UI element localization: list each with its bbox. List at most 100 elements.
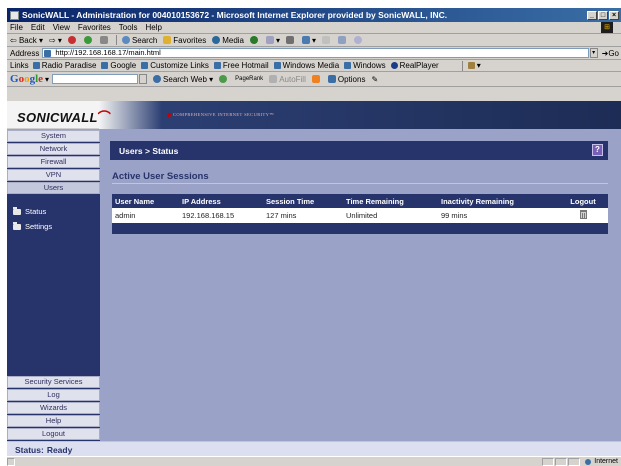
discuss-button[interactable] bbox=[322, 36, 332, 44]
windows-logo-icon: ⊞ bbox=[601, 22, 613, 33]
help-icon[interactable]: ? bbox=[592, 144, 603, 156]
sidebar-item-system[interactable]: System bbox=[7, 130, 100, 142]
link-realplayer[interactable]: RealPlayer bbox=[390, 61, 439, 70]
sidebar-item-log[interactable]: Log bbox=[7, 389, 100, 401]
media-button[interactable]: Media bbox=[212, 36, 244, 45]
subitem-label: Settings bbox=[25, 222, 53, 231]
refresh-button[interactable] bbox=[83, 36, 94, 44]
autofill-icon bbox=[269, 75, 278, 83]
cell-inactivity-remaining: 99 mins bbox=[438, 208, 558, 223]
menu-help[interactable]: Help bbox=[145, 23, 161, 32]
address-bar: Address http://192.168.168.17/main.html … bbox=[7, 47, 621, 60]
section-title: Active User Sessions bbox=[112, 171, 209, 182]
messenger-icon bbox=[338, 36, 347, 44]
sidebar-item-firewall[interactable]: Firewall bbox=[7, 156, 100, 168]
mail-button[interactable]: ▾ bbox=[266, 36, 280, 45]
page-title: Users > Status bbox=[119, 145, 179, 156]
link-page-icon bbox=[141, 62, 149, 69]
browser-window: SonicWALL - Administration for 004010153… bbox=[6, 8, 621, 466]
window-titlebar: SonicWALL - Administration for 004010153… bbox=[7, 8, 621, 22]
active-sessions-table: User Name IP Address Session Time Time R… bbox=[112, 194, 608, 234]
section-divider bbox=[112, 183, 608, 184]
menu-edit[interactable]: Edit bbox=[31, 23, 45, 32]
zone-label: Internet bbox=[594, 458, 618, 465]
research-button[interactable] bbox=[354, 36, 364, 44]
edit-button[interactable]: ▾ bbox=[302, 36, 316, 45]
toolbar-divider bbox=[115, 35, 117, 45]
favorites-button[interactable]: Favorites bbox=[163, 36, 206, 45]
stop-icon bbox=[67, 36, 76, 44]
go-label: Go bbox=[608, 48, 619, 58]
sidebar-item-security-services[interactable]: Security Services bbox=[7, 376, 100, 388]
link-label: Google bbox=[110, 61, 137, 70]
home-icon bbox=[99, 36, 108, 44]
links-label: Links bbox=[10, 61, 29, 70]
sidebar-item-help[interactable]: Help bbox=[7, 415, 100, 427]
autofill-label: AutoFill bbox=[279, 74, 306, 84]
edit-icon bbox=[302, 36, 311, 44]
menu-tools[interactable]: Tools bbox=[119, 23, 138, 32]
sonicwall-logo: SONICWALL⌒ bbox=[17, 107, 111, 126]
back-button[interactable]: ⇦ Back ▾ bbox=[10, 36, 43, 45]
menu-file[interactable]: File bbox=[10, 23, 23, 32]
address-dropdown-button[interactable]: ▾ bbox=[589, 48, 598, 58]
print-button[interactable] bbox=[286, 36, 296, 44]
link-windows-media[interactable]: Windows Media bbox=[273, 61, 339, 70]
forward-button[interactable]: ⇨ ▾ bbox=[49, 36, 62, 45]
search-site-icon bbox=[219, 75, 228, 83]
browser-status-bar: Internet bbox=[7, 456, 621, 466]
sidebar-item-vpn[interactable]: VPN bbox=[7, 169, 100, 181]
sidebar-item-wizards[interactable]: Wizards bbox=[7, 402, 100, 414]
link-customize-links[interactable]: Customize Links bbox=[141, 61, 209, 70]
menu-view[interactable]: View bbox=[53, 23, 70, 32]
search-web-label: Search Web bbox=[163, 74, 207, 84]
cell-time-remaining: Unlimited bbox=[343, 208, 438, 223]
status-pane bbox=[542, 457, 555, 466]
sidebar-item-users[interactable]: Users bbox=[7, 182, 100, 194]
google-search-dropdown[interactable] bbox=[139, 74, 148, 84]
home-button[interactable] bbox=[99, 36, 110, 44]
address-input[interactable]: http://192.168.168.17/main.html bbox=[42, 48, 589, 58]
table-header-row: User Name IP Address Session Time Time R… bbox=[112, 194, 608, 208]
column-header-session-time: Session Time bbox=[263, 194, 343, 208]
link-page-icon bbox=[213, 62, 221, 69]
go-button[interactable]: ➜Go bbox=[602, 49, 619, 58]
main-panel: Users > Status ? Active User Sessions Us… bbox=[100, 130, 621, 441]
sidebar-item-network[interactable]: Network bbox=[7, 143, 100, 155]
link-radio-paradise[interactable]: Radio Paradise bbox=[32, 61, 96, 70]
messenger-button[interactable] bbox=[338, 36, 348, 44]
link-google[interactable]: Google bbox=[101, 61, 136, 70]
link-windows[interactable]: Windows bbox=[344, 61, 386, 70]
highlight-button[interactable]: ✎ bbox=[371, 75, 378, 84]
links-bar: Links Radio Paradise Google Customize Li… bbox=[7, 60, 621, 72]
menu-favorites[interactable]: Favorites bbox=[78, 23, 111, 32]
page-icon bbox=[44, 50, 52, 57]
sonicwall-header: SONICWALL⌒ COMPREHENSIVE INTERNET SECURI… bbox=[7, 101, 621, 129]
history-button[interactable] bbox=[250, 36, 260, 44]
search-button[interactable]: Search bbox=[121, 36, 157, 45]
sidebar-subitem-settings[interactable]: Settings bbox=[7, 219, 100, 234]
history-icon bbox=[250, 36, 258, 44]
search-web-button[interactable]: Search Web ▾ bbox=[153, 75, 213, 84]
link-free-hotmail[interactable]: Free Hotmail bbox=[213, 61, 269, 70]
search-site-button[interactable] bbox=[219, 75, 229, 83]
google-logo[interactable]: Google bbox=[10, 73, 43, 85]
minimize-button[interactable]: _ bbox=[587, 10, 597, 20]
realplayer-icon bbox=[390, 62, 398, 69]
link-page-icon bbox=[101, 62, 109, 69]
back-arrow-icon: ⇦ bbox=[10, 35, 19, 45]
autofill-button[interactable]: AutoFill bbox=[269, 75, 306, 84]
sidebar-subitem-status[interactable]: Status bbox=[7, 204, 100, 219]
popup-blocker-button[interactable] bbox=[311, 75, 322, 83]
maximize-button[interactable]: □ bbox=[598, 10, 608, 20]
link-label: Windows bbox=[353, 61, 386, 70]
sidebar-item-logout[interactable]: Logout bbox=[7, 428, 100, 440]
options-button[interactable]: Options bbox=[327, 75, 365, 84]
pagerank-button[interactable]: PageRank bbox=[235, 76, 263, 82]
google-search-input[interactable] bbox=[52, 74, 139, 84]
stop-button[interactable] bbox=[67, 36, 78, 44]
trash-icon[interactable] bbox=[579, 210, 587, 219]
links-extra-button[interactable]: ▾ bbox=[467, 61, 481, 70]
close-button[interactable]: × bbox=[609, 10, 619, 20]
popup-blocker-icon bbox=[311, 75, 320, 83]
